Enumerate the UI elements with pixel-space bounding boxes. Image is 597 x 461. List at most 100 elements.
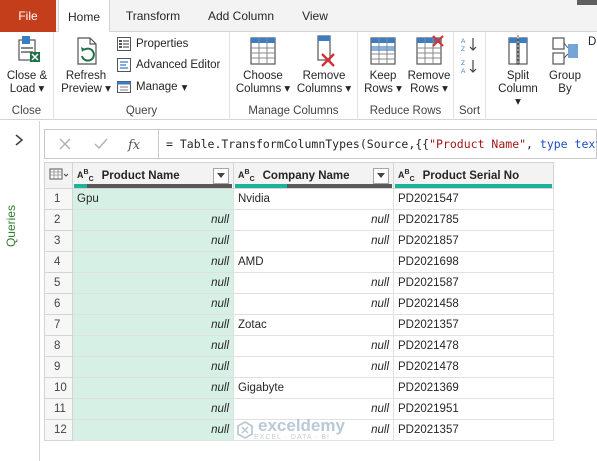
group-close: Close & Load ▾ Close <box>0 32 54 120</box>
window-edge <box>577 0 597 5</box>
row-number[interactable]: 2 <box>44 209 73 231</box>
tab-add-column[interactable]: Add Column <box>196 0 286 32</box>
row-number[interactable]: 6 <box>44 293 73 315</box>
data-type-button[interactable]: D <box>588 36 596 48</box>
serial-cell[interactable]: PD2021857 <box>393 230 554 252</box>
company-cell[interactable]: null <box>233 209 394 231</box>
company-cell[interactable]: null <box>233 356 394 378</box>
company-cell[interactable]: Gigabyte <box>233 377 394 399</box>
refresh-label-2: Preview ▾ <box>61 83 111 95</box>
serial-cell[interactable]: PD2021478 <box>393 335 554 357</box>
company-cell[interactable]: null <box>233 272 394 294</box>
product-cell[interactable]: null <box>72 419 234 441</box>
queries-pane-label[interactable]: Queries <box>4 205 18 247</box>
remove-rows-button[interactable]: Remove Rows ▾ <box>406 34 452 96</box>
properties-button[interactable]: Properties <box>116 36 188 52</box>
close-load-icon <box>18 36 40 62</box>
serial-cell[interactable]: PD2021357 <box>393 419 554 441</box>
tab-transform[interactable]: Transform <box>116 0 190 32</box>
keep-rows-button[interactable]: Keep Rows ▾ <box>362 34 404 96</box>
company-cell[interactable]: null <box>233 335 394 357</box>
advanced-editor-label: Advanced Editor <box>136 59 221 71</box>
row-number[interactable]: 3 <box>44 230 73 252</box>
split-column-label-2: Column ▾ <box>498 83 538 108</box>
function-icon[interactable]: fx <box>127 136 147 152</box>
product-cell[interactable]: Gpu <box>72 188 234 210</box>
text-type-icon[interactable]: ABC <box>238 168 255 184</box>
serial-cell[interactable]: PD2021951 <box>393 398 554 420</box>
formula-input[interactable]: = Table.TransformColumnTypes(Source,{{"P… <box>166 137 597 151</box>
column-header-product-name[interactable]: ABC Product Name <box>72 162 234 189</box>
table-row: 3 null null PD2021857 <box>44 230 554 252</box>
product-cell[interactable]: null <box>72 314 234 336</box>
row-number[interactable]: 11 <box>44 398 73 420</box>
column-header-product-serial-no[interactable]: ABC Product Serial No <box>393 162 554 189</box>
tab-home[interactable]: Home <box>58 0 110 33</box>
serial-cell[interactable]: PD2021458 <box>393 293 554 315</box>
svg-text:A: A <box>461 68 466 74</box>
text-type-icon[interactable]: ABC <box>398 168 415 184</box>
close-load-button[interactable]: Close & Load ▾ <box>3 34 51 96</box>
company-cell[interactable]: null <box>233 293 394 315</box>
chevron-right-icon[interactable] <box>12 133 26 147</box>
quality-bar-product-serial-no <box>395 184 552 188</box>
refresh-preview-button[interactable]: Refresh Preview ▾ <box>58 34 114 96</box>
product-cell[interactable]: null <box>72 272 234 294</box>
row-number[interactable]: 4 <box>44 251 73 273</box>
product-cell[interactable]: null <box>72 335 234 357</box>
confirm-formula-icon[interactable] <box>93 136 109 152</box>
filter-dropdown-icon[interactable] <box>373 167 389 184</box>
product-cell[interactable]: null <box>72 398 234 420</box>
svg-text:A: A <box>461 38 466 45</box>
remove-columns-button[interactable]: Remove Columns ▾ <box>294 34 354 96</box>
product-cell[interactable]: null <box>72 356 234 378</box>
company-cell[interactable]: Zotac <box>233 314 394 336</box>
serial-cell[interactable]: PD2021369 <box>393 377 554 399</box>
serial-cell[interactable]: PD2021698 <box>393 251 554 273</box>
product-cell[interactable]: null <box>72 230 234 252</box>
svg-text:fx: fx <box>127 138 141 152</box>
watermark-tagline: EXCEL · DATA · BI <box>254 434 330 441</box>
sort-descending-button[interactable]: Z A <box>461 58 481 74</box>
table-menu-corner[interactable] <box>44 162 73 189</box>
row-number[interactable]: 12 <box>44 419 73 441</box>
close-load-label-1: Close & <box>6 70 48 82</box>
tab-view[interactable]: View <box>292 0 338 32</box>
group-by-button[interactable]: Group By <box>544 34 586 96</box>
company-cell[interactable]: null <box>233 230 394 252</box>
row-number[interactable]: 10 <box>44 377 73 399</box>
quality-bar-product-name <box>74 184 232 188</box>
remove-columns-icon <box>317 35 335 67</box>
serial-cell[interactable]: PD2021587 <box>393 272 554 294</box>
row-number[interactable]: 8 <box>44 335 73 357</box>
serial-cell[interactable]: PD2021785 <box>393 209 554 231</box>
advanced-editor-button[interactable]: Advanced Editor <box>116 57 220 73</box>
row-number[interactable]: 7 <box>44 314 73 336</box>
product-cell[interactable]: null <box>72 293 234 315</box>
keep-rows-label-1: Keep <box>369 70 397 82</box>
text-type-icon[interactable]: ABC <box>77 168 94 184</box>
row-number[interactable]: 1 <box>44 188 73 210</box>
row-number[interactable]: 9 <box>44 356 73 378</box>
cancel-formula-icon[interactable] <box>57 136 73 152</box>
tab-file[interactable]: File <box>0 0 56 32</box>
serial-cell[interactable]: PD2021478 <box>393 356 554 378</box>
filter-dropdown-icon[interactable] <box>213 167 229 184</box>
product-cell[interactable]: null <box>72 377 234 399</box>
company-cell[interactable]: Nvidia <box>233 188 394 210</box>
product-cell[interactable]: null <box>72 251 234 273</box>
sort-ascending-button[interactable]: A Z <box>461 36 481 52</box>
company-cell[interactable]: AMD <box>233 251 394 273</box>
product-cell[interactable]: null <box>72 209 234 231</box>
choose-columns-button[interactable]: Choose Columns ▾ <box>234 34 292 96</box>
exceldemy-logo-icon <box>237 420 253 439</box>
manage-button[interactable]: Manage ▾ <box>116 79 187 95</box>
split-column-button[interactable]: Split Column ▾ <box>494 34 542 109</box>
choose-columns-label-2: Columns ▾ <box>235 83 291 95</box>
serial-cell[interactable]: PD2021357 <box>393 314 554 336</box>
column-header-company-name[interactable]: ABC Company Name <box>233 162 394 189</box>
serial-cell[interactable]: PD2021547 <box>393 188 554 210</box>
row-number[interactable]: 5 <box>44 272 73 294</box>
ribbon-tabs: File Home Transform Add Column View <box>0 0 597 33</box>
table-row: 5 null null PD2021587 <box>44 272 554 294</box>
